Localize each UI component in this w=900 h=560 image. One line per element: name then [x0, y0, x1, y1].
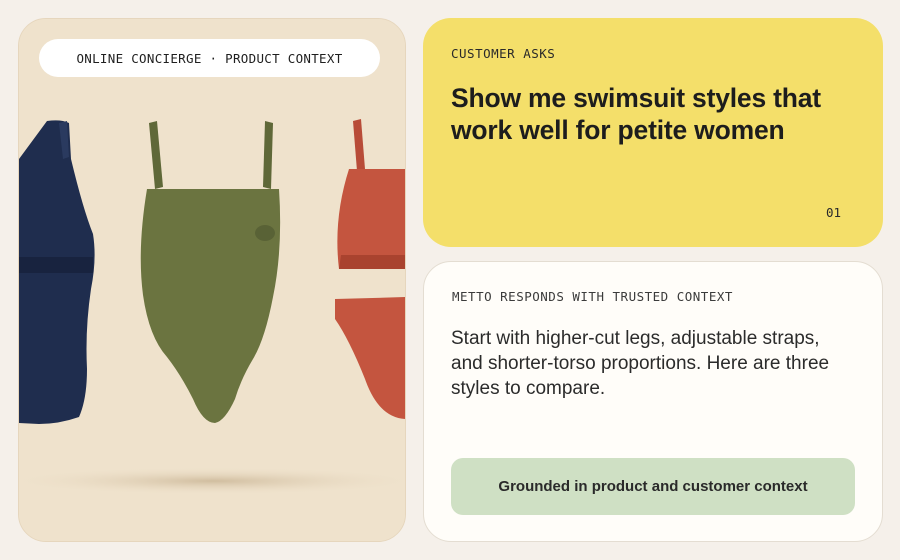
response-card: METTO RESPONDS WITH TRUSTED CONTEXT Star… [423, 261, 883, 542]
response-answer: Start with higher-cut legs, adjustable s… [451, 326, 851, 401]
answer-line-2: and shorter-torso proportions. Here are … [451, 353, 830, 374]
context-label: ONLINE CONCIERGE · PRODUCT CONTEXT [39, 39, 380, 77]
answer-line-1: Start with higher-cut legs, adjustable s… [451, 328, 820, 349]
customer-ask-card: CUSTOMER ASKS Show me swimsuit styles th… [423, 18, 883, 247]
product-image-card: ONLINE CONCIERGE · PRODUCT CONTEXT [18, 18, 406, 542]
customer-question: Show me swimsuit styles that work well f… [451, 82, 861, 146]
grounded-badge-text: Grounded in product and customer context [498, 478, 808, 495]
customer-asks-label: CUSTOMER ASKS [451, 46, 556, 61]
answer-line-3: styles to compare. [451, 378, 606, 399]
card-index: 01 [825, 205, 841, 220]
response-label: METTO RESPONDS WITH TRUSTED CONTEXT [452, 289, 733, 304]
question-line-2: work well for petite women [451, 115, 785, 145]
swimsuit-product-image [19, 19, 405, 541]
context-label-text: ONLINE CONCIERGE · PRODUCT CONTEXT [76, 50, 343, 66]
question-line-1: Show me swimsuit styles that [451, 83, 821, 113]
grounded-badge: Grounded in product and customer context [451, 458, 855, 515]
